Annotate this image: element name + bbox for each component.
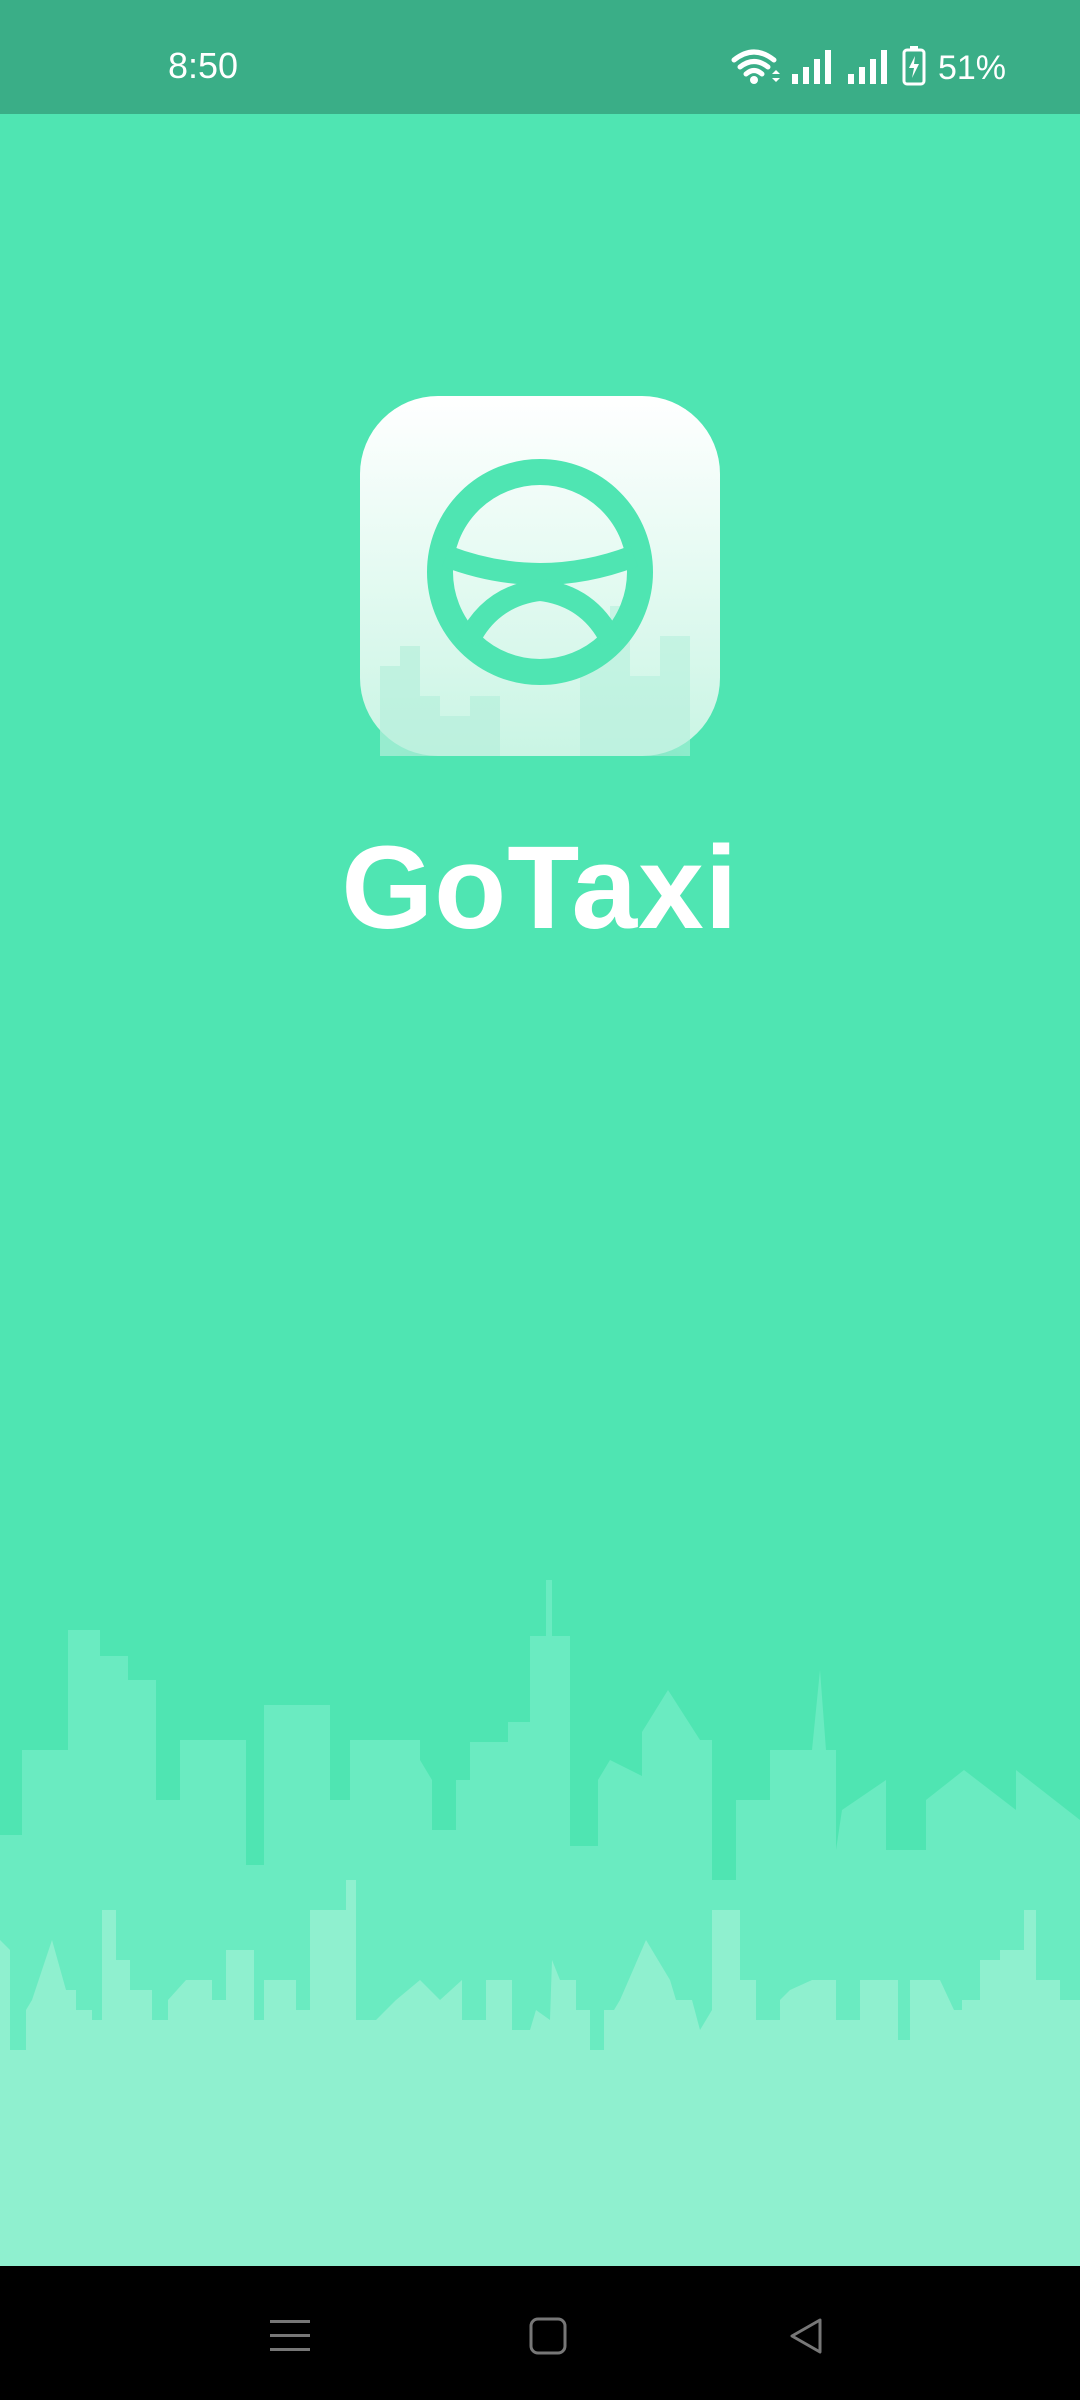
app-logo [360,396,720,774]
back-icon[interactable] [766,2296,846,2376]
app-name: GoTaxi [341,822,739,954]
status-time: 8:50 [168,45,239,86]
home-icon[interactable] [508,2296,588,2376]
cell-signal-icon [790,48,836,89]
battery-percent: 51% [937,49,1006,87]
status-bar: 8:50 51% [0,0,1080,114]
wifi-icon [730,46,780,91]
steering-wheel-icon [360,396,720,774]
status-icons: 51% [730,45,1006,91]
city-skyline-illustration [0,1580,1080,2266]
battery-charging-icon [902,45,926,91]
menu-icon[interactable] [250,2296,330,2376]
system-navigation-bar [0,2266,1080,2400]
splash-screen: 8:50 51% GoTaxi [0,0,1080,2400]
cell-signal-icon [846,48,892,89]
